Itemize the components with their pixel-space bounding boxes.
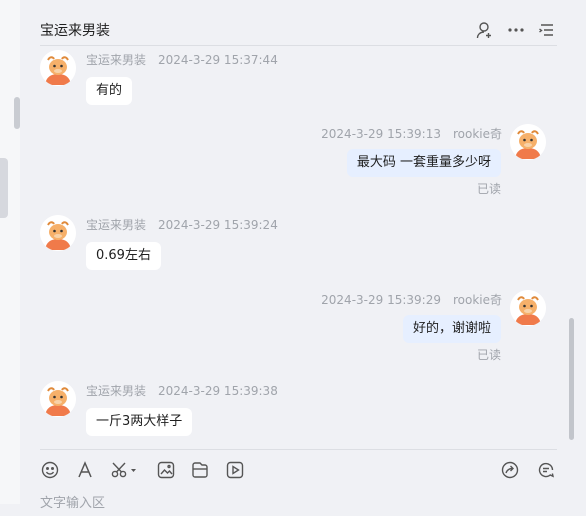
more-icon[interactable] <box>507 21 525 39</box>
avatar[interactable] <box>510 290 546 326</box>
sender-name: 宝运来男装 <box>86 384 147 398</box>
message-meta: 宝运来男装 2024-3-29 15:37:44 <box>86 51 278 68</box>
message-meta: 2024-3-29 15:39:13 rookie奇 <box>321 125 502 142</box>
avatar[interactable] <box>510 124 546 160</box>
message-time: 2024-3-29 15:39:38 <box>158 384 278 398</box>
add-contact-icon[interactable] <box>476 21 494 39</box>
emoji-icon[interactable] <box>40 460 60 480</box>
composer-toolbar <box>40 458 557 482</box>
sender-name: rookie奇 <box>452 293 502 307</box>
message-bubble[interactable]: 一斤3两大样子 <box>86 408 193 436</box>
message-scrollbar[interactable] <box>569 318 574 440</box>
share-icon[interactable] <box>500 460 520 480</box>
avatar[interactable] <box>40 50 76 86</box>
message-list[interactable]: 宝运来男装 2024-3-29 15:37:44 有的 2024-3-29 15:… <box>0 46 566 450</box>
message-time: 2024-3-29 15:39:24 <box>158 218 278 232</box>
file-icon[interactable] <box>190 460 210 480</box>
chat-header: 宝运来男装 <box>40 0 560 45</box>
image-icon[interactable] <box>156 460 176 480</box>
message-meta: 宝运来男装 2024-3-29 15:39:24 <box>86 216 278 233</box>
video-icon[interactable] <box>225 460 245 480</box>
scissors-icon[interactable] <box>110 460 140 480</box>
message-time: 2024-3-29 15:39:29 <box>321 293 441 307</box>
list-icon[interactable] <box>538 21 556 39</box>
message-outgoing: 2024-3-29 15:39:29 rookie奇 好的，谢谢啦 已读 <box>0 284 566 366</box>
message-meta: 宝运来男装 2024-3-29 15:39:38 <box>86 382 278 399</box>
message-input[interactable]: 文字输入区 <box>40 492 557 516</box>
message-bubble[interactable]: 好的，谢谢啦 <box>402 315 501 343</box>
message-bubble[interactable]: 0.69左右 <box>86 242 161 270</box>
quick-reply-icon[interactable] <box>536 460 556 480</box>
message-incoming: 宝运来男装 2024-3-29 15:39:24 0.69左右 <box>0 211 566 281</box>
avatar[interactable] <box>40 215 76 251</box>
sender-name: rookie奇 <box>452 127 502 141</box>
read-status: 已读 <box>476 348 501 362</box>
read-status: 已读 <box>476 182 501 196</box>
message-time: 2024-3-29 15:37:44 <box>158 53 278 67</box>
sender-name: 宝运来男装 <box>86 53 147 67</box>
composer-divider <box>40 449 557 450</box>
message-time: 2024-3-29 15:39:13 <box>321 127 441 141</box>
header-tools <box>476 21 556 39</box>
message-bubble[interactable]: 有的 <box>86 77 133 105</box>
message-incoming: 宝运来男装 2024-3-29 15:37:44 有的 <box>0 46 566 116</box>
font-icon[interactable] <box>75 460 95 480</box>
message-meta: 2024-3-29 15:39:29 rookie奇 <box>321 291 502 308</box>
message-bubble[interactable]: 最大码 一套重量多少呀 <box>346 149 501 177</box>
sender-name: 宝运来男装 <box>86 218 147 232</box>
chat-title: 宝运来男装 <box>40 23 110 39</box>
message-incoming: 宝运来男装 2024-3-29 15:39:38 一斤3两大样子 <box>0 377 566 447</box>
message-outgoing: 2024-3-29 15:39:13 rookie奇 最大码 一套重量多少呀 已读 <box>0 118 566 200</box>
avatar[interactable] <box>40 381 76 417</box>
